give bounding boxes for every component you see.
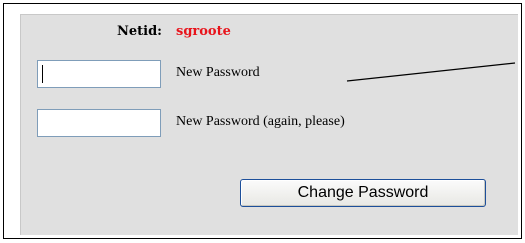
new-password-label: New Password [176,65,260,80]
text-cursor [42,65,43,83]
netid-label: Netid: [117,24,162,39]
confirm-password-label: New Password (again, please) [176,114,345,129]
netid-value: sgroote [176,24,231,39]
change-password-button[interactable]: Change Password [240,179,486,207]
confirm-password-input[interactable] [37,109,161,137]
new-password-input[interactable] [37,60,161,88]
